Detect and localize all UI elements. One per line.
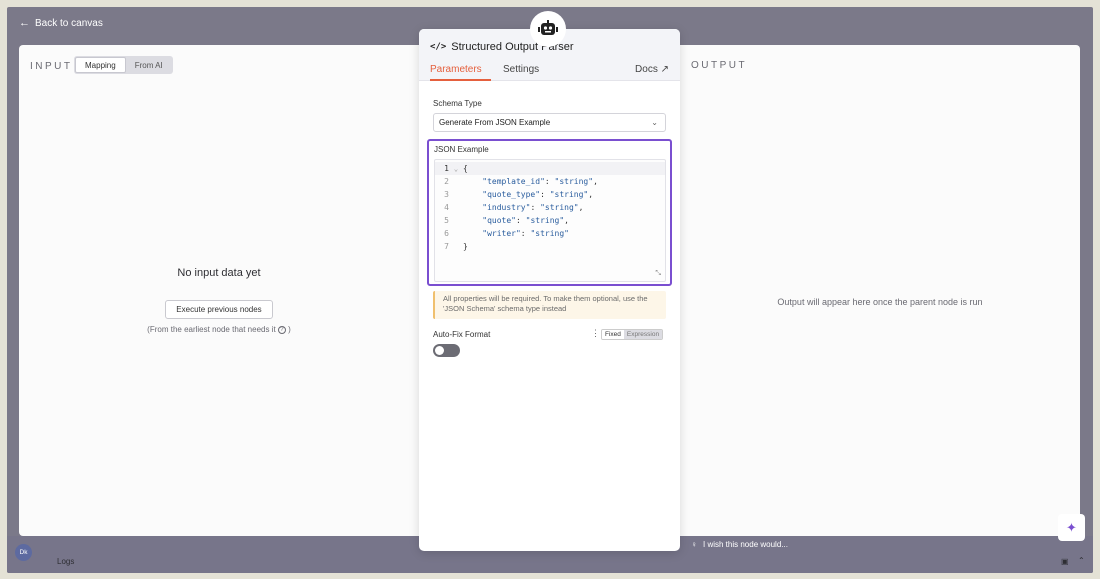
- docs-label: Docs: [635, 64, 658, 75]
- output-empty-message: Output will appear here once the parent …: [777, 297, 983, 307]
- expression-option[interactable]: Expression: [623, 330, 663, 339]
- tab-parameters[interactable]: Parameters: [430, 64, 491, 81]
- input-mode-toggle: Mapping From AI: [74, 56, 173, 74]
- required-properties-notice: All properties will be required. To make…: [433, 291, 666, 319]
- avatar[interactable]: Dk: [15, 544, 32, 561]
- json-key: "quote": [482, 216, 516, 225]
- autofix-label: Auto-Fix Format: [433, 330, 491, 339]
- chevron-up-icon[interactable]: ⌃: [1078, 556, 1085, 565]
- popout-icon[interactable]: ▣: [1061, 557, 1069, 566]
- line-number: 5: [444, 216, 449, 225]
- external-link-icon: ↗: [660, 64, 669, 75]
- line-number: 4: [444, 203, 449, 212]
- code-line: 3 "quote_type": "string",: [435, 188, 665, 201]
- code-icon: </>: [430, 42, 447, 52]
- fixed-option[interactable]: Fixed: [602, 330, 624, 339]
- json-value: "string": [525, 216, 565, 225]
- json-value: "string": [530, 229, 569, 238]
- feedback-link[interactable]: ♀ I wish this node would...: [691, 540, 788, 549]
- schema-type-select[interactable]: Generate From JSON Example ⌄: [433, 113, 666, 132]
- json-value: "string": [540, 203, 579, 212]
- execute-hint: (From the earliest node that needs it ? …: [19, 325, 419, 334]
- node-parameters-panel: </> Structured Output Parser Parameters …: [419, 29, 680, 551]
- logs-label[interactable]: Logs: [57, 557, 74, 566]
- sparkle-icon[interactable]: ✦: [1058, 514, 1085, 541]
- output-title: OUTPUT: [691, 60, 748, 71]
- input-panel: INPUT Mapping From AI No input data yet …: [19, 45, 419, 536]
- docs-link[interactable]: Docs ↗: [635, 64, 669, 75]
- question-icon[interactable]: ?: [277, 325, 286, 334]
- hint-text-prefix: (From the earliest node that needs it: [147, 325, 276, 334]
- json-key: "writer": [482, 229, 521, 238]
- input-title: INPUT: [30, 61, 73, 72]
- back-to-canvas-link[interactable]: ← Back to canvas: [19, 15, 103, 31]
- line-number: 6: [444, 229, 449, 238]
- line-number: 7: [444, 242, 449, 251]
- schema-type-label: Schema Type: [433, 99, 482, 108]
- json-comma: ,: [578, 203, 584, 212]
- execute-previous-nodes-button[interactable]: Execute previous nodes: [165, 300, 273, 319]
- mapping-tab[interactable]: Mapping: [75, 57, 126, 73]
- code-text: }: [463, 242, 468, 251]
- no-input-title: No input data yet: [177, 267, 261, 279]
- autofix-switch[interactable]: [433, 344, 460, 357]
- code-line: 6 "writer": "string": [435, 227, 665, 240]
- tab-settings[interactable]: Settings: [503, 64, 539, 81]
- arrow-left-icon: ←: [19, 16, 30, 29]
- code-line: 2 "template_id": "string",: [435, 175, 665, 188]
- json-comma: ,: [593, 177, 598, 186]
- code-line: 1 ⌄ {: [435, 162, 665, 175]
- json-comma: ,: [564, 216, 569, 225]
- line-number: 1: [444, 164, 449, 173]
- code-line: 4 "industry": "string",: [435, 201, 665, 214]
- json-example-label: JSON Example: [434, 145, 489, 154]
- code-text: {: [463, 164, 468, 173]
- json-key: "industry": [482, 203, 531, 212]
- fixed-expression-toggle: Fixed Expression: [601, 329, 664, 340]
- from-ai-tab[interactable]: From AI: [126, 57, 172, 73]
- code-line: 5 "quote": "string",: [435, 214, 665, 227]
- lightbulb-icon: ♀: [691, 540, 697, 549]
- back-label: Back to canvas: [35, 17, 103, 29]
- code-line: 7 }: [435, 240, 665, 253]
- line-number: 2: [444, 177, 449, 186]
- wish-label: I wish this node would...: [703, 540, 788, 549]
- chevron-down-icon: ⌄: [651, 118, 658, 127]
- robot-icon: [530, 11, 566, 47]
- fold-chevron-icon[interactable]: ⌄: [449, 165, 463, 173]
- json-value: "string": [554, 177, 594, 186]
- json-code-editor[interactable]: 1 ⌄ { 2 "template_id": "string", 3 "quot…: [434, 159, 666, 282]
- json-comma: ,: [588, 190, 594, 199]
- json-value: "string": [549, 190, 589, 199]
- more-options-icon[interactable]: ⋮: [591, 328, 600, 339]
- json-key: "quote_type": [482, 190, 541, 199]
- json-key: "template_id": [482, 177, 545, 186]
- output-panel: OUTPUT Output will appear here once the …: [680, 45, 1080, 536]
- line-number: 3: [444, 190, 449, 199]
- schema-type-value: Generate From JSON Example: [439, 118, 551, 127]
- ndv-overlay: ← Back to canvas INPUT Mapping From AI N…: [7, 7, 1093, 573]
- switch-knob: [435, 346, 444, 355]
- json-example-field: JSON Example 1 ⌄ { 2 "template_id": "str…: [427, 139, 672, 286]
- resize-handle-icon[interactable]: ⤡: [655, 269, 661, 278]
- hint-text-suffix: ): [288, 325, 291, 334]
